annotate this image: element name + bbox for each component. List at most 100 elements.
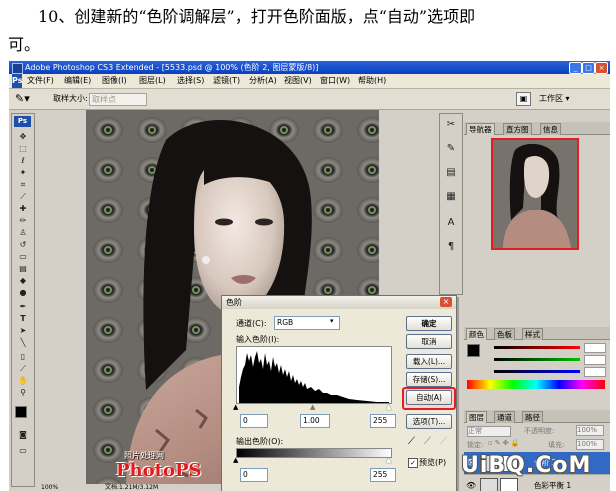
status-zoom[interactable]: 100% [41,484,58,491]
gray-eyedropper-icon[interactable]: ⟋ [424,436,431,447]
load-button[interactable]: 载入(L)... [406,354,452,369]
preview-checkbox[interactable]: ✓ [408,458,418,468]
blue-slider[interactable] [494,370,580,373]
minimize-button[interactable]: _ [569,62,582,74]
quick-mask-icon[interactable]: ◙ [15,430,31,440]
menu-analysis[interactable]: 分析(A) [249,74,277,88]
red-slider[interactable] [494,346,580,349]
history-brush-tool-icon[interactable]: ↺ [15,240,31,250]
tab-styles[interactable]: 样式 [522,328,543,340]
character-panel-icon[interactable]: A [443,218,459,228]
menu-view[interactable]: 视图(V) [284,74,312,88]
clone-source-icon[interactable]: ▦ [443,192,459,202]
clone-stamp-tool-icon[interactable]: ♙ [15,228,31,238]
eyedropper-tool-icon[interactable]: ⟋ [15,364,31,374]
magic-wand-tool-icon[interactable]: ✦ [15,168,31,178]
healing-brush-tool-icon[interactable]: ✚ [15,204,31,214]
tab-swatches[interactable]: 色板 [494,328,515,340]
sample-size-select[interactable]: 取样点 [89,93,147,106]
green-value-field[interactable] [584,355,606,365]
input-slider-track[interactable]: ▲ ▲ ▲ [233,404,391,411]
chevron-down-icon[interactable]: ▾ [330,317,334,325]
brush-tool-icon[interactable]: ✏ [15,216,31,226]
navigator-preview[interactable] [491,138,579,250]
midtone-slider[interactable]: ▲ [310,404,315,411]
fill-field[interactable]: 100% [576,439,604,450]
tab-layers[interactable]: 图层 [466,411,487,423]
hand-tool-icon[interactable]: ✋ [15,376,31,386]
blur-tool-icon[interactable]: ◆ [15,276,31,286]
tab-color[interactable]: 颜色 [466,328,487,340]
gradient-tool-icon[interactable]: ▤ [15,264,31,274]
tab-navigator[interactable]: 导航器 [466,123,495,135]
menu-layer[interactable]: 图层(L) [139,74,166,88]
shape-tool-icon[interactable]: ╲ [15,338,31,348]
cancel-button[interactable]: 取消 [406,334,452,349]
output-white-slider[interactable]: ▲ [386,457,391,464]
tab-paths[interactable]: 路径 [522,411,543,423]
output-levels-label: 输出色阶(O): [236,437,284,446]
black-point-slider[interactable]: ▲ [233,404,238,411]
input-gamma-field[interactable]: 1.00 [300,414,330,428]
move-tool-icon[interactable]: ✥ [15,132,31,142]
brushes-panel-icon[interactable]: ✂ [443,120,459,130]
white-point-slider[interactable]: ▲ [386,404,391,411]
layer-comps-icon[interactable]: ▤ [443,168,459,178]
blend-mode-select[interactable]: 正常 [467,426,511,437]
opacity-field[interactable]: 100% [576,425,604,436]
foreground-color-swatch[interactable] [15,406,27,418]
zoom-tool-icon[interactable]: ⚲ [15,388,31,398]
green-slider[interactable] [494,358,580,361]
menu-window[interactable]: 窗口(W) [320,74,350,88]
white-eyedropper-icon[interactable]: ⟋ [440,436,447,447]
save-button[interactable]: 存储(S)... [406,372,452,387]
input-black-field[interactable]: 0 [240,414,268,428]
tool-presets-icon[interactable]: ✎ [443,144,459,154]
lock-icons[interactable]: ▫✎✥🔒 [488,439,521,447]
output-slider-track[interactable]: ▲ ▲ [233,457,391,464]
marquee-tool-icon[interactable]: ⬚ [15,144,31,154]
color-panel-foreground-swatch[interactable] [467,344,480,357]
blue-value-field[interactable] [584,367,606,377]
ps-menu-icon[interactable]: Ps [12,74,22,88]
dialog-close-button[interactable]: × [440,297,452,307]
menu-file[interactable]: 文件(F) [27,74,54,88]
tab-info[interactable]: 信息 [540,123,561,135]
menu-select[interactable]: 选择(S) [177,74,204,88]
workspace-menu[interactable]: 工作区 ▾ [539,89,570,109]
black-eyedropper-icon[interactable]: ⟋ [408,436,415,447]
auto-button[interactable]: 自动(A) [406,390,452,405]
tab-histogram[interactable]: 直方图 [503,123,532,135]
menu-help[interactable]: 帮助(H) [358,74,386,88]
path-selection-tool-icon[interactable]: ➤ [15,326,31,336]
crop-tool-icon[interactable]: ⌗ [15,180,31,190]
maximize-button[interactable]: □ [582,62,595,74]
red-value-field[interactable] [584,343,606,353]
layer-mask-thumb [500,478,518,491]
ok-button[interactable]: 确定 [406,316,452,331]
lasso-tool-icon[interactable]: ℓ [15,156,31,166]
menu-image[interactable]: 图像(I) [102,74,127,88]
dodge-tool-icon[interactable]: ● [15,288,31,298]
eyedropper-tool-preset-icon[interactable]: ✎▾ [15,89,30,109]
levels-dialog-title: 色阶 [226,298,242,307]
paragraph-panel-icon[interactable]: ¶ [443,242,459,252]
color-ramp[interactable] [467,380,605,389]
close-button[interactable]: × [595,62,608,74]
options-button[interactable]: 选项(T)... [406,414,452,429]
notes-tool-icon[interactable]: ▯ [15,352,31,362]
palette-well-icon[interactable]: ▣ [516,92,531,106]
eraser-tool-icon[interactable]: ▭ [15,252,31,262]
menu-edit[interactable]: 编辑(E) [64,74,91,88]
input-white-field[interactable]: 255 [370,414,396,428]
output-black-field[interactable]: 0 [240,468,268,482]
pen-tool-icon[interactable]: ✒ [15,302,31,312]
type-tool-icon[interactable]: T [15,314,31,324]
screen-mode-icon[interactable]: ▭ [15,446,31,456]
tab-channels[interactable]: 通道 [494,411,515,423]
menu-filter[interactable]: 滤镜(T) [213,74,240,88]
visibility-eye-icon[interactable]: 👁 [466,481,476,490]
output-black-slider[interactable]: ▲ [233,457,238,464]
slice-tool-icon[interactable]: ⟋ [15,192,31,202]
output-white-field[interactable]: 255 [370,468,396,482]
